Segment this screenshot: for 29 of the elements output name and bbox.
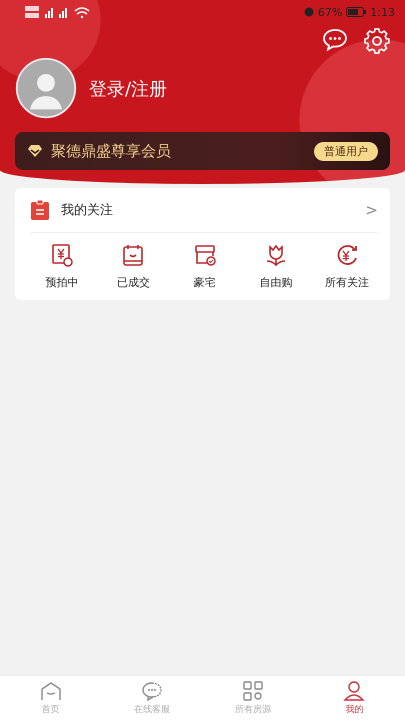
avatar-silhouette[interactable] [15, 58, 77, 120]
shortcut-label[interactable]: 自由购 [259, 275, 292, 290]
membership-title: 聚德鼎盛尊享会员 [51, 142, 172, 160]
membership-banner[interactable]: 聚德鼎盛尊享会员 普通用户 [15, 132, 390, 170]
yen-cycle-icon[interactable] [335, 243, 359, 267]
my-follows-row[interactable]: 我的关注 > [31, 188, 378, 233]
grid-icon [242, 680, 264, 700]
shortcut-label[interactable]: 预拍中 [46, 275, 78, 290]
clipboard-icon [31, 200, 49, 220]
box-check-icon[interactable] [192, 243, 216, 267]
home-icon [40, 680, 62, 700]
calendar-smile-icon[interactable] [121, 243, 146, 267]
shortcut-label[interactable]: 所有关注 [325, 275, 369, 290]
login-link[interactable]: 登录/注册 [89, 77, 168, 101]
battery-icon [346, 7, 366, 17]
battery-percent: 67% [318, 6, 342, 18]
my-follows-title: 我的关注 [61, 202, 114, 219]
price-tag-icon[interactable] [50, 243, 74, 267]
diamond-icon [27, 144, 43, 158]
chat-icon [140, 680, 163, 700]
user-icon [343, 680, 366, 700]
settings-icon[interactable] [364, 28, 390, 54]
tab-item[interactable]: 我的 [304, 676, 405, 720]
user-level-badge: 普通用户 [314, 142, 378, 160]
chevron-right: > [365, 201, 378, 219]
status-time: 1:13 [370, 6, 395, 18]
shortcut-label[interactable]: 已成交 [116, 275, 150, 290]
chat-icon[interactable] [322, 28, 348, 52]
shortcut-label[interactable]: 豪宅 [194, 275, 216, 290]
